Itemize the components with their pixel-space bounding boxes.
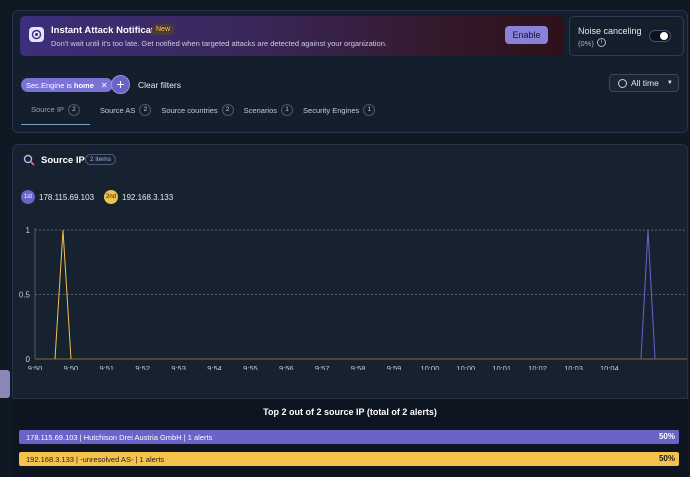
x-tick-label: 9:58 — [351, 364, 366, 370]
x-tick-label: 10:02 — [528, 364, 547, 370]
tab-security-engines[interactable]: Security Engines 1 — [303, 101, 376, 125]
items-badge: 2 items — [85, 154, 116, 165]
x-tick-label: 9:52 — [135, 364, 150, 370]
x-tick-label: 10:00 — [421, 364, 440, 370]
y-tick-label: 0.5 — [19, 291, 31, 300]
time-range-select[interactable]: All time ▼ — [609, 74, 679, 92]
time-range-value: All time — [631, 78, 659, 88]
x-tick-label: 9:57 — [315, 364, 330, 370]
tab-count: 2 — [67, 103, 80, 116]
toggle-knob — [660, 32, 668, 40]
noise-canceling-percent: (0%) — [578, 39, 594, 48]
x-tick-label: 9:50 — [28, 364, 43, 370]
clear-filters-link[interactable]: Clear filters — [138, 80, 181, 90]
tab-count: 2 — [221, 104, 234, 116]
summary-bar-row[interactable]: 178.115.69.103 | Hutchison Drei Austria … — [19, 430, 679, 444]
bell-icon — [29, 27, 44, 42]
x-tick-label: 9:50 — [64, 364, 79, 370]
tab-source-as[interactable]: Source AS 2 — [99, 101, 152, 125]
filter-chip-sec-engine[interactable]: Sec.Engine is home ✕ — [21, 78, 113, 92]
x-tick-label: 9:56 — [279, 364, 294, 370]
summary-row-text: 192.168.3.133 | -unresolved AS- | 1 aler… — [26, 454, 165, 464]
line-chart: 10.509:50 9:50 9:51 9:52 9:53 9:54 9:55 9:56 9:5… — [19, 226, 687, 370]
y-tick-label: 1 — [26, 226, 31, 235]
tab-label: Source countries — [161, 105, 218, 115]
info-icon[interactable]: i — [597, 38, 606, 47]
filter-chip-prefix: Sec.Engine is — [26, 80, 72, 90]
summary-row-percent: 50% — [658, 432, 675, 441]
tab-source-countries[interactable]: Source countries 2 — [161, 101, 234, 125]
x-tick-label: 10:03 — [564, 364, 583, 370]
source-ip-chart-panel: Source IP 2 items 1st 178.115.69.103 2nd… — [12, 144, 688, 399]
clock-icon — [618, 78, 627, 88]
rank-badge: 2nd — [104, 190, 118, 204]
tab-label: Security Engines — [303, 105, 360, 115]
tab-count: 2 — [139, 104, 152, 116]
x-tick-label: 9:51 — [99, 364, 114, 370]
noise-canceling-toggle[interactable] — [649, 30, 671, 42]
tab-label: Source AS — [99, 105, 136, 115]
x-tick-label: 9:53 — [171, 364, 186, 370]
summary-row-percent: 50% — [658, 454, 675, 463]
close-icon[interactable]: ✕ — [101, 81, 108, 90]
tab-count: 1 — [363, 104, 376, 116]
rank-badge: 1st — [21, 190, 35, 204]
x-tick-label: 9:54 — [207, 364, 222, 370]
y-tick-label: 0 — [26, 355, 31, 364]
x-tick-label: 9:59 — [387, 364, 402, 370]
filter-chip-value: home — [73, 80, 94, 90]
tab-scenarios[interactable]: Scenarios 1 — [243, 101, 294, 125]
top-panel: Instant Attack Notification New Don't wa… — [12, 10, 688, 133]
tab-label: Source IP — [31, 105, 64, 114]
tab-label: Scenarios — [243, 105, 278, 115]
noise-canceling-card: Noise canceling (0%) i — [569, 16, 684, 56]
tab-bar: Source IP 2 Source AS 2 Source countries… — [21, 101, 376, 125]
banner-title: Instant Attack Notification — [51, 25, 169, 36]
caret-down-icon: ▼ — [666, 80, 673, 86]
section-title: Source IP — [41, 155, 85, 166]
x-tick-label: 10:01 — [492, 364, 511, 370]
summary-title: Top 2 out of 2 source IP (total of 2 ale… — [263, 407, 437, 417]
x-tick-label: 10:00 — [456, 364, 475, 370]
x-tick-label: 10:04 — [600, 364, 619, 370]
legend-item: 2nd 192.168.3.133 — [104, 190, 173, 204]
noise-canceling-label: Noise canceling — [578, 26, 642, 36]
legend-ip: 192.168.3.133 — [122, 192, 174, 202]
summary-bar-row[interactable]: 192.168.3.133 | -unresolved AS- | 1 aler… — [19, 452, 679, 466]
x-tick-label: 9:55 — [243, 364, 258, 370]
tab-count: 1 — [281, 104, 294, 116]
magnifier-icon — [23, 154, 35, 166]
new-badge: New — [152, 24, 175, 35]
top-source-summary: Top 2 out of 2 source IP (total of 2 ale… — [12, 399, 688, 477]
enable-button[interactable]: Enable — [505, 26, 548, 44]
summary-row-text: 178.115.69.103 | Hutchison Drei Austria … — [26, 432, 213, 442]
tab-source-ip[interactable]: Source IP 2 — [21, 101, 90, 125]
add-filter-button[interactable]: + — [111, 75, 130, 94]
legend-item: 1st 178.115.69.103 — [21, 190, 94, 204]
attack-notification-banner: Instant Attack Notification New Don't wa… — [20, 16, 563, 56]
legend-ip: 178.115.69.103 — [39, 192, 95, 202]
side-panel-handle[interactable] — [0, 370, 10, 398]
banner-subtitle: Don't wait until it's too late. Get noti… — [51, 39, 387, 48]
